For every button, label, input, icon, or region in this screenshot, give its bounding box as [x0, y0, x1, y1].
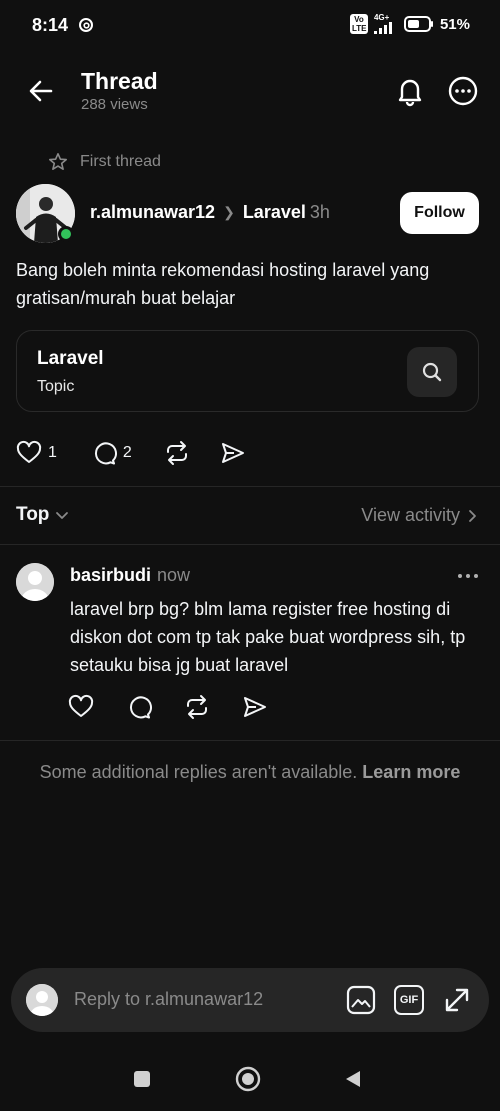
divider — [0, 544, 500, 545]
gif-icon: GIF — [394, 985, 424, 1015]
send-icon — [221, 443, 244, 463]
comment-icon — [129, 696, 152, 719]
network-type: 4G+ — [373, 13, 390, 22]
unavailable-replies-notice: Some additional replies aren't available… — [39, 762, 461, 782]
expand-button[interactable] — [441, 984, 473, 1016]
more-options-button[interactable] — [446, 74, 480, 108]
topic-card[interactable]: Laravel Topic — [16, 330, 479, 412]
divider — [0, 486, 500, 487]
home-button[interactable] — [235, 1066, 261, 1092]
bell-icon — [398, 79, 422, 107]
reply-share-button[interactable] — [242, 694, 268, 725]
reply-body: laravel brp bg? blm lama register free h… — [70, 599, 466, 675]
post-author-name[interactable]: r.almunawar12 — [90, 202, 215, 223]
system-back-button[interactable] — [340, 1066, 366, 1092]
default-avatar-icon — [16, 563, 54, 601]
heart-icon — [68, 694, 94, 717]
reply-timestamp: now — [157, 565, 191, 585]
image-icon — [346, 985, 376, 1015]
like-count: 1 — [48, 444, 57, 461]
post-actions: 1 2 — [16, 440, 246, 466]
chevron-down-icon — [56, 512, 69, 519]
threads-notification-icon — [79, 18, 93, 32]
reply-avatar[interactable] — [16, 563, 54, 601]
chevron-right-icon: ❯ — [223, 204, 235, 220]
reply-repost-button[interactable] — [184, 694, 210, 725]
more-horizontal-icon — [458, 574, 478, 578]
attach-image-button[interactable] — [345, 984, 377, 1016]
reply-like-button[interactable] — [68, 694, 94, 725]
repost-icon — [166, 441, 187, 465]
first-thread-label: First thread — [48, 152, 161, 172]
volte-badge: Vo LTE — [349, 14, 368, 34]
follow-button[interactable]: Follow — [400, 192, 479, 234]
triangle-back-icon — [346, 1071, 360, 1087]
back-button[interactable] — [26, 76, 56, 106]
comment-count: 2 — [122, 444, 132, 461]
reply-input[interactable]: Reply to r.almunawar12 — [74, 989, 263, 1010]
battery-percent: 51% — [439, 15, 470, 33]
page-title: Thread — [81, 68, 158, 94]
expand-icon — [445, 988, 469, 1012]
learn-more-link[interactable]: Learn more — [362, 762, 460, 782]
status-time: 8:14 — [32, 15, 69, 35]
reply-actions — [68, 694, 268, 725]
default-avatar-icon — [26, 984, 58, 1016]
send-icon — [244, 697, 266, 717]
notifications-button[interactable] — [393, 74, 427, 108]
comment-icon — [94, 442, 117, 465]
more-circle-icon — [448, 76, 478, 106]
reply-username[interactable]: basirbudi — [70, 565, 151, 586]
post-timestamp: 3h — [309, 202, 330, 222]
reply-comment-button[interactable] — [126, 694, 152, 725]
signal-icon — [373, 22, 392, 34]
topic-search-button[interactable] — [407, 347, 457, 397]
system-nav-bar — [0, 1048, 500, 1111]
arrow-left-icon — [29, 80, 53, 102]
view-count: 288 views — [81, 96, 148, 113]
topic-card-title: Laravel — [37, 348, 104, 369]
topic-card-subtitle: Topic — [37, 378, 75, 395]
thread-header: Thread 288 views — [0, 62, 500, 122]
reply-composer[interactable]: Reply to r.almunawar12 GIF — [11, 968, 489, 1032]
battery-icon — [403, 16, 433, 32]
composer-avatar — [26, 984, 58, 1016]
sort-dropdown[interactable]: Top — [16, 504, 69, 526]
gif-button[interactable]: GIF — [393, 984, 425, 1016]
sort-label: Top — [16, 504, 50, 525]
comment-button[interactable]: 2 — [91, 440, 132, 466]
divider — [0, 740, 500, 741]
repost-icon — [187, 695, 207, 719]
square-icon — [134, 1071, 150, 1087]
repost-button[interactable] — [164, 440, 190, 466]
online-status-dot — [58, 226, 74, 242]
heart-icon — [16, 440, 42, 463]
search-icon — [422, 362, 442, 382]
status-bar: 8:14 Vo LTE 4G+ 51% — [0, 0, 500, 52]
star-icon — [49, 153, 67, 170]
share-button[interactable] — [220, 440, 246, 466]
post-topic-link[interactable]: Laravel — [243, 202, 306, 223]
post-body: Bang boleh minta rekomendasi hosting lar… — [16, 260, 430, 308]
home-circle-icon — [235, 1066, 261, 1092]
like-button[interactable]: 1 — [16, 440, 57, 466]
recent-apps-button[interactable] — [129, 1066, 155, 1092]
view-activity-link[interactable]: View activity — [361, 505, 478, 526]
reply-more-button[interactable] — [456, 566, 480, 586]
chevron-right-icon — [469, 509, 476, 522]
